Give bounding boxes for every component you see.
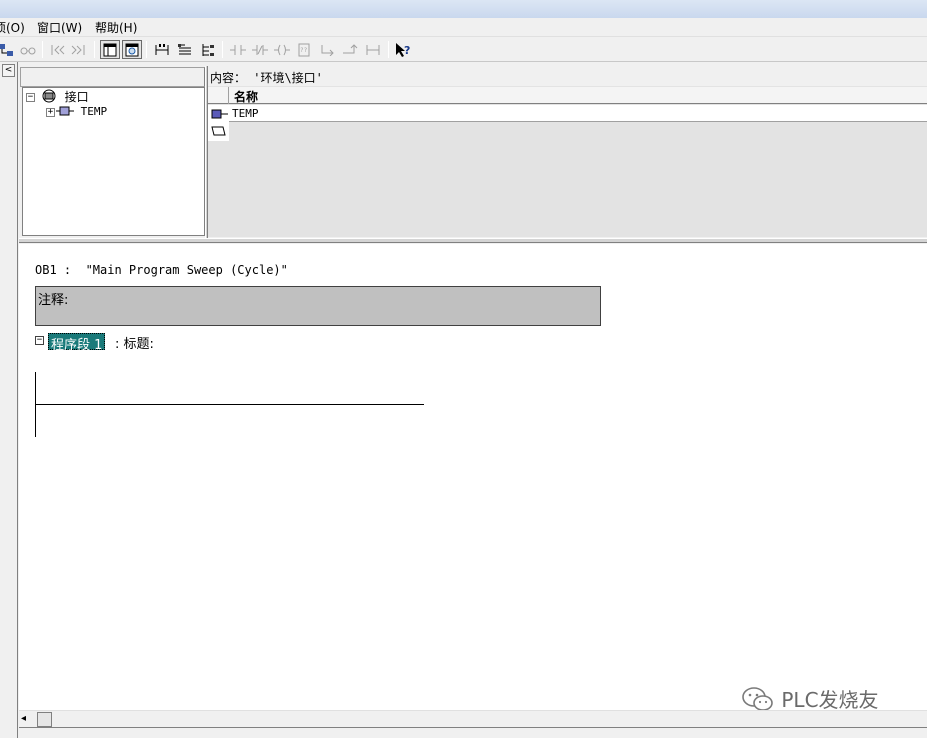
tree-header <box>20 67 205 87</box>
new-row-icon <box>211 126 226 136</box>
menu-window[interactable]: 窗口(W) <box>37 19 82 36</box>
column-name-header[interactable]: 名称 <box>234 88 258 105</box>
toolbar-separator <box>42 41 43 58</box>
status-bar <box>19 727 927 738</box>
toolbar-separator <box>146 41 147 58</box>
glasses-icon[interactable] <box>18 40 38 59</box>
no-contact-icon[interactable] <box>228 40 248 59</box>
menu-options[interactable]: 项(O) <box>0 19 25 36</box>
content-title: 内容： '环境\接口' <box>208 67 927 86</box>
box-icon[interactable]: ?? <box>294 40 314 59</box>
toolbar-separator <box>388 41 389 58</box>
ladder-rung[interactable] <box>35 404 424 405</box>
left-panel-strip: < <box>0 62 18 738</box>
scroll-left-icon[interactable]: ◂ <box>21 713 26 724</box>
tree-item-temp[interactable]: TEMP <box>56 105 107 118</box>
first-icon[interactable] <box>48 40 68 59</box>
svg-text:??: ?? <box>300 47 308 54</box>
preview-icon[interactable] <box>122 40 142 59</box>
row-name-cell: TEMP <box>232 107 259 120</box>
watermark: PLC发烧友 <box>741 684 879 713</box>
table-row[interactable]: TEMP <box>229 105 927 122</box>
connect-icon[interactable] <box>363 40 383 59</box>
column-corner <box>208 87 229 104</box>
network-title[interactable]: : 标题: <box>115 333 154 352</box>
menu-bar: 项(O) 窗口(W) 帮助(H) <box>0 18 927 37</box>
tree-expand-toggle[interactable]: + <box>46 108 55 117</box>
help-icon[interactable]: ? <box>393 40 413 59</box>
tree-icon[interactable] <box>198 40 218 59</box>
block-title: OB1 : "Main Program Sweep (Cycle)" <box>35 263 288 277</box>
svg-text:?: ? <box>404 44 410 57</box>
toolbar-separator <box>222 41 223 58</box>
block-comment-field[interactable]: 注释: <box>35 286 601 326</box>
last-icon[interactable] <box>68 40 88 59</box>
network-icon[interactable] <box>0 40 16 59</box>
content-panel: 内容： '环境\接口' 名称 TEMP <box>208 67 927 237</box>
title-bar <box>0 0 927 18</box>
network-collapse-toggle[interactable]: − <box>35 336 44 345</box>
variable-icon <box>211 109 228 119</box>
row-icon-column <box>208 105 229 141</box>
interface-icon <box>42 89 56 103</box>
scroll-thumb[interactable] <box>37 712 52 727</box>
code-editor[interactable]: OB1 : "Main Program Sweep (Cycle)" 注释: −… <box>19 244 927 713</box>
wechat-icon <box>742 687 773 711</box>
tree-collapse-toggle[interactable]: − <box>26 93 35 102</box>
toolbar: ?? ? <box>0 37 927 62</box>
detail-icon[interactable] <box>175 40 195 59</box>
network-label[interactable]: 程序段 1 <box>48 333 106 353</box>
interface-area: − 接口 + TEMP 内容： '环境\接口' 名称 TEMP <box>19 66 927 238</box>
overview-icon[interactable] <box>100 40 120 59</box>
open-branch-icon[interactable] <box>317 40 337 59</box>
horizontal-splitter[interactable] <box>19 238 927 243</box>
menu-help[interactable]: 帮助(H) <box>95 19 137 36</box>
tree-item-interface[interactable]: 接口 <box>40 88 89 105</box>
branch-icon[interactable] <box>152 40 172 59</box>
interface-tree: − 接口 + TEMP <box>22 87 205 236</box>
nc-contact-icon[interactable] <box>250 40 270 59</box>
toolbar-separator <box>94 41 95 58</box>
horizontal-scrollbar[interactable]: ◂ <box>19 710 927 727</box>
collapse-arrow-icon[interactable]: < <box>2 64 15 77</box>
tree-item-label: 接口 <box>64 90 89 104</box>
watermark-text: PLC发烧友 <box>781 688 879 712</box>
close-branch-icon[interactable] <box>340 40 360 59</box>
comment-label: 注释: <box>38 293 69 308</box>
column-header: 名称 <box>208 87 927 104</box>
tree-item-label: TEMP <box>80 105 108 118</box>
variable-icon <box>56 106 74 116</box>
coil-icon[interactable] <box>272 40 292 59</box>
